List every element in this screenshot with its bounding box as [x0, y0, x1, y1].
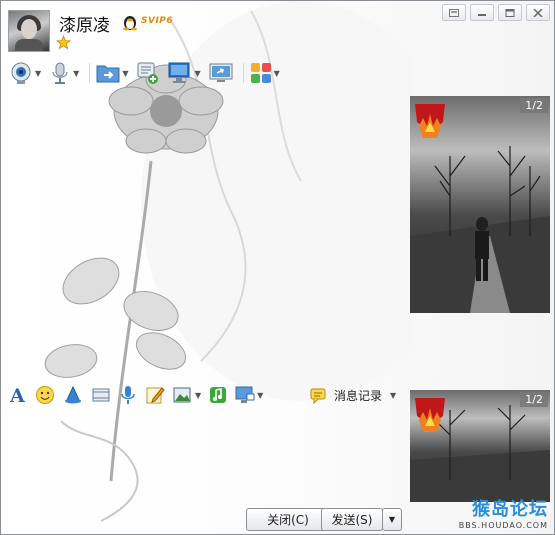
send-file-button[interactable]: ▼: [96, 62, 128, 84]
chat-header: 漆原凌 SVIP6: [1, 1, 554, 59]
window-controls: [442, 4, 550, 21]
contact-avatar[interactable]: [8, 10, 50, 52]
chevron-down-icon: ▼: [388, 515, 396, 524]
maximize-icon[interactable]: [498, 4, 522, 21]
svg-text:A: A: [9, 385, 25, 405]
font-button[interactable]: A: [9, 385, 27, 405]
chevron-down-icon[interactable]: ▼: [194, 69, 200, 78]
voice-message-button[interactable]: [119, 385, 137, 405]
send-file-icon: [96, 65, 120, 83]
video-call-button[interactable]: ▼: [9, 61, 41, 85]
video-panel-contact[interactable]: 1/2: [410, 96, 550, 313]
toolbar-divider: [89, 63, 91, 83]
emoji-button[interactable]: [35, 385, 55, 405]
scissors-icon: [92, 388, 110, 402]
send-button[interactable]: 发送(S): [321, 508, 383, 531]
doodle-icon: [146, 387, 165, 404]
channel-logo-icon: [415, 104, 445, 138]
remote-desktop-icon: [168, 62, 190, 83]
screenshot-button[interactable]: ▼: [235, 386, 263, 404]
doodle-button[interactable]: [145, 385, 165, 405]
message-history-button[interactable]: 消息记录 ▼: [310, 387, 396, 404]
close-button[interactable]: 关闭(C): [246, 508, 330, 531]
input-toolbar: A ▼ ▼: [9, 385, 271, 405]
video-call-icon: [11, 62, 31, 84]
message-history-icon: [310, 388, 326, 404]
emoji-icon: [36, 386, 54, 404]
watermark-url: BBS.HOUDAO.COM: [458, 521, 548, 530]
apps-icon: [250, 63, 271, 83]
share-screen-button[interactable]: [209, 62, 233, 84]
page-indicator: 1/2: [520, 98, 548, 113]
channel-logo-icon: [415, 398, 445, 432]
shake-icon: [65, 385, 81, 404]
chat-window: 漆原凌 SVIP6 ▼ ▼ ▼ ▼ ▼ 1/2 1/2 A ▼ ▼ 消息记录 ▼…: [0, 0, 555, 535]
skin-icon[interactable]: [442, 4, 466, 21]
image-icon: [173, 387, 191, 403]
remote-desktop-button[interactable]: ▼: [168, 62, 201, 84]
voice-call-icon: [52, 62, 68, 84]
music-button[interactable]: [209, 386, 227, 404]
screenshot-icon: [235, 386, 255, 403]
vip-badge[interactable]: SVIP6: [141, 16, 173, 26]
apps-button[interactable]: ▼: [250, 62, 280, 84]
toolbar-divider: [242, 63, 244, 83]
watermark: 猴岛论坛 BBS.HOUDAO.COM: [459, 495, 548, 530]
chevron-down-icon[interactable]: ▼: [390, 391, 396, 400]
top-toolbar: ▼ ▼ ▼ ▼ ▼: [9, 61, 288, 85]
page-indicator: 1/2: [520, 392, 548, 407]
chevron-down-icon[interactable]: ▼: [122, 69, 128, 78]
close-icon[interactable]: [526, 4, 550, 21]
message-history-label: 消息记录: [334, 389, 383, 403]
create-group-icon: [137, 62, 159, 84]
create-group-button[interactable]: [136, 61, 160, 85]
chevron-down-icon[interactable]: ▼: [35, 69, 41, 78]
font-icon: A: [9, 385, 25, 405]
video-panel-self[interactable]: 1/2: [410, 390, 550, 502]
voice-call-button[interactable]: ▼: [49, 61, 79, 85]
scissors-button[interactable]: [91, 385, 111, 405]
chevron-down-icon[interactable]: ▼: [73, 69, 79, 78]
chevron-down-icon[interactable]: ▼: [274, 69, 280, 78]
minimize-icon[interactable]: [470, 4, 494, 21]
chevron-down-icon[interactable]: ▼: [195, 391, 201, 400]
watermark-title: 猴岛论坛: [472, 499, 548, 520]
star-icon[interactable]: [56, 35, 71, 50]
chevron-down-icon[interactable]: ▼: [257, 391, 263, 400]
music-icon: [210, 387, 227, 403]
contact-name[interactable]: 漆原凌: [59, 11, 110, 36]
image-button[interactable]: ▼: [173, 386, 201, 404]
penguin-icon: [123, 16, 137, 31]
shake-button[interactable]: [63, 385, 83, 405]
share-screen-icon: [209, 63, 233, 82]
send-options-button[interactable]: ▼: [382, 508, 402, 531]
voice-message-icon: [121, 386, 135, 404]
